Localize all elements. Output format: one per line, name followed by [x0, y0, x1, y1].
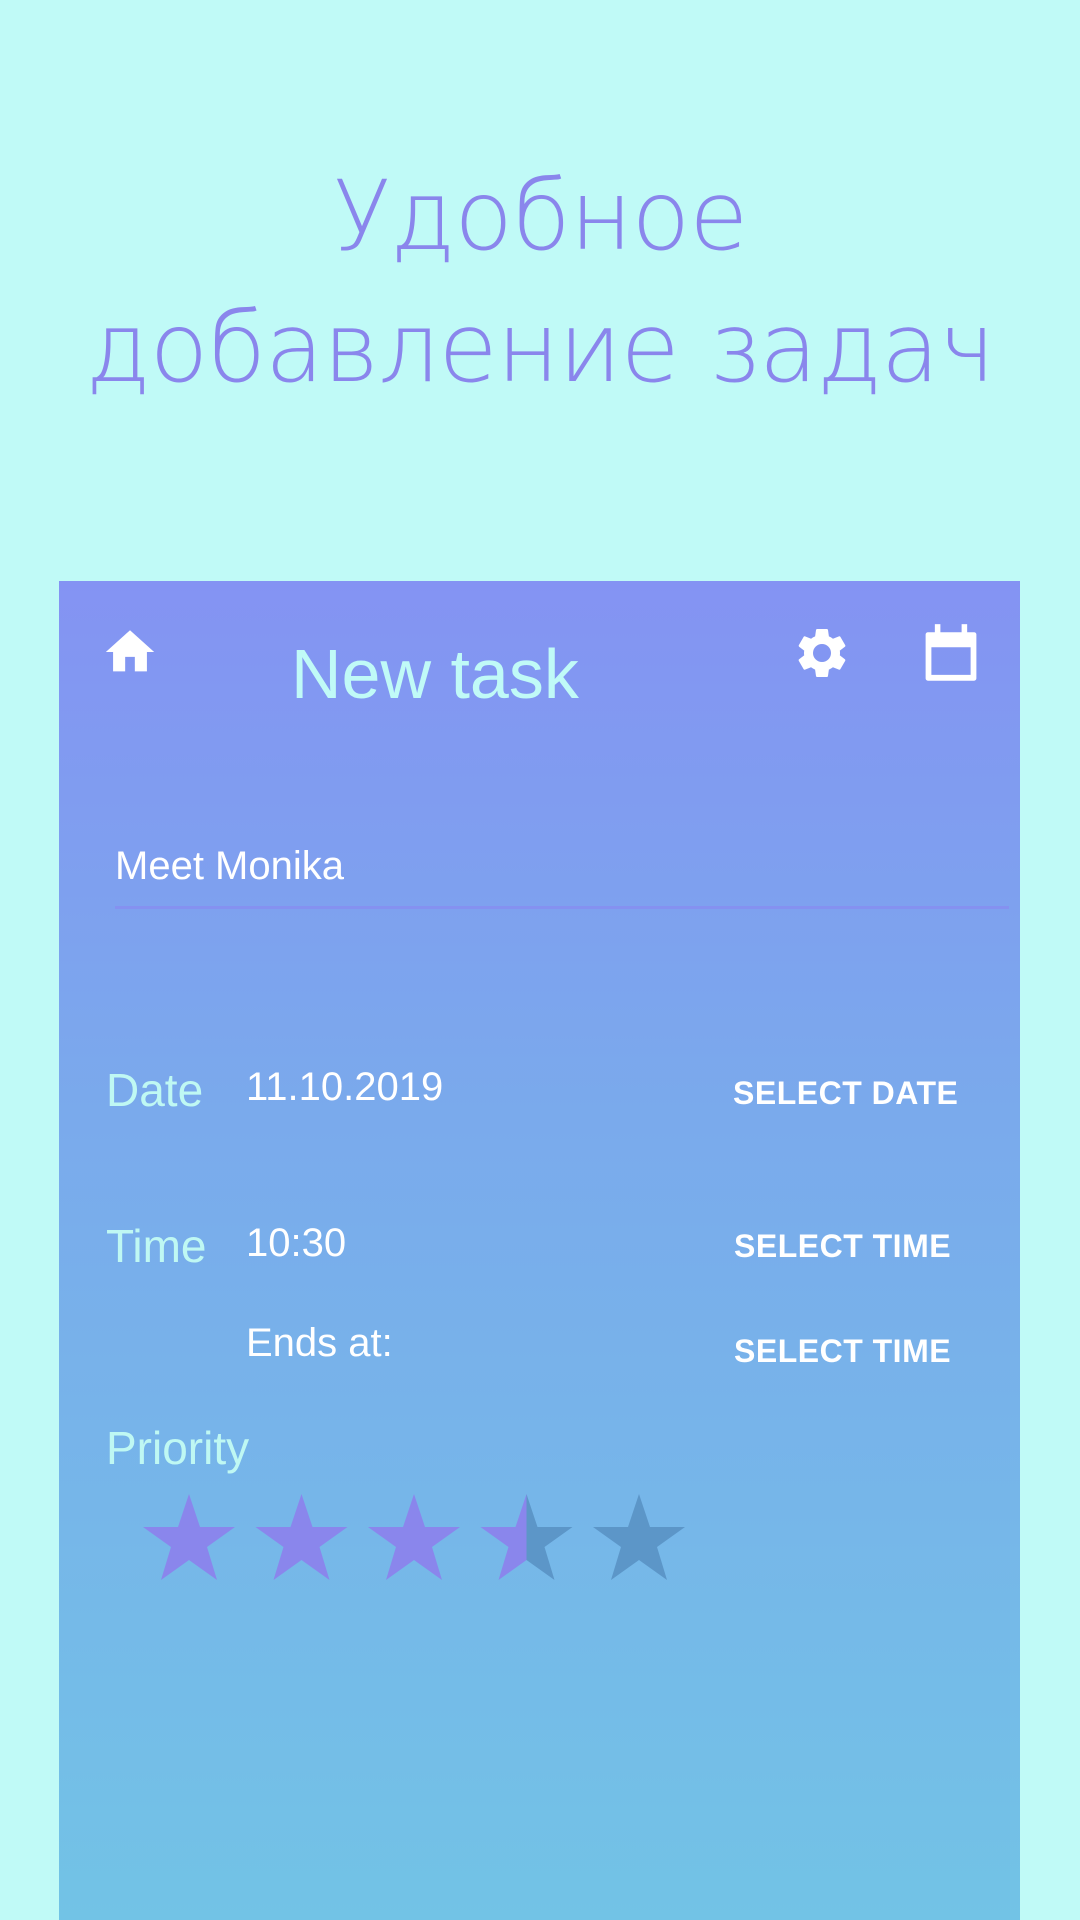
priority-star[interactable]: [480, 1494, 573, 1580]
gear-icon[interactable]: [792, 623, 852, 683]
priority-star[interactable]: [255, 1494, 348, 1580]
date-value: 11.10.2019: [246, 1065, 444, 1109]
priority-star[interactable]: [143, 1494, 235, 1580]
select-date-button[interactable]: SELECT DATE: [733, 1075, 958, 1112]
select-start-time-button[interactable]: SELECT TIME: [734, 1228, 951, 1265]
time-label: Time: [106, 1220, 207, 1272]
priority-label: Priority: [106, 1422, 250, 1474]
priority-rating[interactable]: [137, 1486, 697, 1586]
select-end-time-button[interactable]: SELECT TIME: [734, 1333, 951, 1370]
time-value: 10:30: [246, 1221, 347, 1265]
ends-at-label: Ends at:: [246, 1321, 393, 1365]
date-label: Date: [106, 1064, 204, 1116]
priority-star[interactable]: [368, 1494, 460, 1580]
toolbar: New task: [59, 581, 1020, 731]
page-title: New task: [291, 635, 579, 713]
task-name-input[interactable]: [115, 836, 1009, 896]
home-icon[interactable]: [101, 623, 159, 681]
promo-headline: Удобное добавление задач: [85, 160, 996, 404]
app-screen: New task Date 11.10.2019 SELECT DATE Tim…: [59, 581, 1020, 1920]
priority-star[interactable]: [593, 1494, 685, 1580]
task-name-field[interactable]: [115, 836, 1009, 909]
calendar-icon[interactable]: [923, 623, 979, 683]
